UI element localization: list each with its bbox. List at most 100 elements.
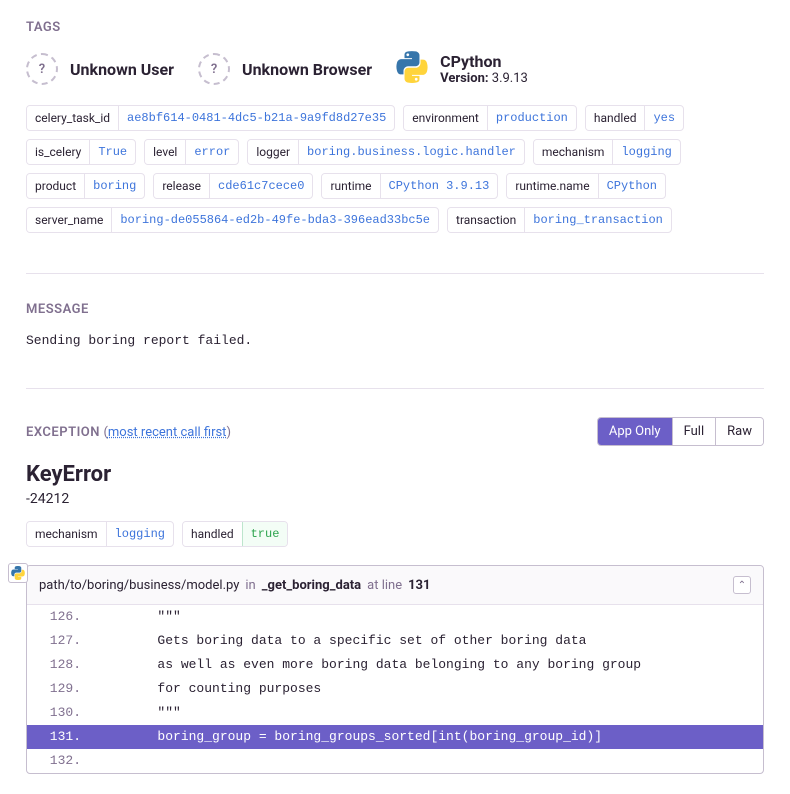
tags-list: celery_task_idae8bf614-0481-4dc5-b21a-9a…	[26, 105, 764, 233]
browser-title: Unknown Browser	[242, 60, 372, 79]
tag-key: runtime	[322, 174, 379, 198]
tag-key: is_celery	[27, 140, 89, 164]
tag-value: error	[185, 140, 238, 164]
line-source: for counting purposes	[95, 677, 763, 701]
tags-section-title: TAGS	[26, 20, 764, 35]
tag-key: server_name	[27, 208, 111, 232]
source-line: 132	[27, 749, 763, 773]
line-source: boring_group = boring_groups_sorted[int(…	[95, 725, 763, 749]
tag-value: ae8bf614-0481-4dc5-b21a-9a9fd8d27e35	[118, 106, 394, 130]
frame-path: path/to/boring/business/model.py	[39, 578, 239, 593]
tag-pill[interactable]: productboring	[26, 173, 145, 199]
chevron-up-icon: ⌃	[738, 580, 746, 591]
tag-pill[interactable]: server_nameboring-de055864-ed2b-49fe-bda…	[26, 207, 439, 233]
tag-pill[interactable]: releasecde61c7cece0	[153, 173, 313, 199]
tag-pill[interactable]: is_celeryTrue	[26, 139, 136, 165]
stacktrace: path/to/boring/business/model.py in _get…	[26, 565, 764, 774]
tag-value: cde61c7cece0	[209, 174, 312, 198]
frame-in-label: in	[245, 578, 255, 593]
tag-key: logger	[248, 140, 298, 164]
tag-value: logging	[106, 522, 173, 546]
tag-pill[interactable]: handledtrue	[182, 521, 288, 547]
tag-pill[interactable]: transactionboring_transaction	[447, 207, 672, 233]
version-value: 3.9.13	[492, 71, 528, 86]
tag-pill[interactable]: levelerror	[144, 139, 239, 165]
line-source	[95, 749, 763, 773]
context-cards: ? Unknown User ? Unknown Browser CPython…	[26, 51, 764, 87]
user-title: Unknown User	[70, 60, 174, 79]
line-number: 131	[27, 725, 95, 749]
user-card[interactable]: ? Unknown User	[26, 51, 174, 87]
collapse-frame-button[interactable]: ⌃	[733, 576, 751, 594]
tag-value: logging	[612, 140, 679, 164]
tag-pill[interactable]: loggerboring.business.logic.handler	[247, 139, 525, 165]
tag-key: release	[154, 174, 209, 198]
tag-key: handled	[586, 106, 645, 130]
line-number: 126	[27, 605, 95, 629]
tag-value: boring-de055864-ed2b-49fe-bda3-396ead33b…	[111, 208, 438, 232]
source-line: 128 as well as even more boring data bel…	[27, 653, 763, 677]
tag-pill[interactable]: mechanismlogging	[533, 139, 681, 165]
source-line: 129 for counting purposes	[27, 677, 763, 701]
tag-value: True	[89, 140, 135, 164]
line-source: """	[95, 701, 763, 725]
version-label: Version:	[440, 71, 488, 86]
exception-section: EXCEPTION (most recent call first) App O…	[26, 388, 764, 774]
raw-button[interactable]: Raw	[715, 418, 763, 445]
tag-value: boring_transaction	[524, 208, 671, 232]
tag-value: true	[242, 522, 288, 546]
runtime-title: CPython	[440, 52, 528, 71]
line-number: 130	[27, 701, 95, 725]
source-lines: 126 """127 Gets boring data to a specifi…	[27, 605, 763, 773]
line-number: 127	[27, 629, 95, 653]
tag-pill[interactable]: celery_task_idae8bf614-0481-4dc5-b21a-9a…	[26, 105, 395, 131]
tag-value: production	[487, 106, 576, 130]
exception-section-title: EXCEPTION	[26, 425, 100, 440]
stack-frame: path/to/boring/business/model.py in _get…	[26, 565, 764, 774]
tag-key: handled	[183, 522, 242, 546]
tag-value: boring	[84, 174, 144, 198]
source-line: 130 """	[27, 701, 763, 725]
stacktrace-view-toggle: App Only Full Raw	[597, 417, 764, 446]
app-only-button[interactable]: App Only	[598, 418, 672, 445]
tag-pill[interactable]: environmentproduction	[403, 105, 577, 131]
tag-value: yes	[644, 106, 683, 130]
browser-card[interactable]: ? Unknown Browser	[198, 51, 372, 87]
message-text: Sending boring report failed.	[26, 333, 764, 348]
line-number: 132	[27, 749, 95, 773]
tag-pill[interactable]: mechanismlogging	[26, 521, 174, 547]
line-source: """	[95, 605, 763, 629]
tag-key: product	[27, 174, 84, 198]
tag-key: mechanism	[534, 140, 613, 164]
tag-key: level	[145, 140, 185, 164]
tag-pill[interactable]: runtimeCPython 3.9.13	[321, 173, 498, 199]
tag-key: transaction	[448, 208, 524, 232]
runtime-version: Version: 3.9.13	[440, 71, 528, 86]
tag-value: boring.business.logic.handler	[298, 140, 524, 164]
stacktrace-order-link[interactable]: most recent call first	[108, 425, 227, 440]
tag-pill[interactable]: handledyes	[585, 105, 684, 131]
exception-tags: mechanismlogging handledtrue	[26, 521, 764, 547]
frame-atline-label: at line	[367, 578, 402, 593]
tag-key: environment	[404, 106, 487, 130]
exception-name: KeyError	[26, 462, 764, 487]
line-number: 129	[27, 677, 95, 701]
tag-value: CPython 3.9.13	[380, 174, 498, 198]
python-icon	[396, 51, 428, 87]
tag-pill[interactable]: runtime.nameCPython	[506, 173, 666, 199]
frame-header[interactable]: path/to/boring/business/model.py in _get…	[27, 566, 763, 605]
tag-key: mechanism	[27, 522, 106, 546]
tag-key: runtime.name	[507, 174, 597, 198]
runtime-card[interactable]: CPython Version: 3.9.13	[396, 51, 528, 87]
tag-value: CPython	[598, 174, 665, 198]
message-section-title: MESSAGE	[26, 302, 764, 317]
full-button[interactable]: Full	[672, 418, 716, 445]
python-icon	[8, 563, 28, 583]
source-line: 126 """	[27, 605, 763, 629]
paren-close: )	[226, 425, 231, 440]
line-number: 128	[27, 653, 95, 677]
unknown-avatar-icon: ?	[198, 53, 230, 85]
message-section: MESSAGE Sending boring report failed.	[26, 273, 764, 348]
unknown-avatar-icon: ?	[26, 53, 58, 85]
source-line: 131 boring_group = boring_groups_sorted[…	[27, 725, 763, 749]
